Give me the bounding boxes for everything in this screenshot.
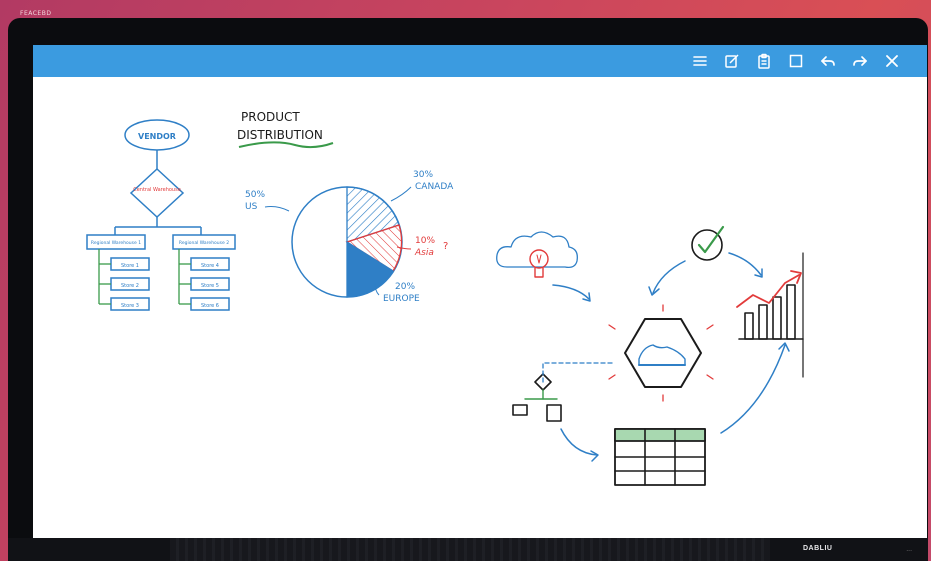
central-warehouse-label: Central Warehouse	[133, 187, 181, 193]
hexagon-product	[624, 318, 702, 388]
label-europe-pct: 20%	[395, 282, 415, 292]
label-asia-mark: ?	[443, 241, 448, 252]
store-label: Store 5	[201, 283, 219, 289]
note-icon[interactable]	[723, 52, 741, 70]
drawing-canvas[interactable]: VENDOR Central Warehouse Regional Wareho…	[33, 77, 927, 550]
store-label: Store 3	[121, 303, 139, 309]
keyboard-reflection	[170, 538, 770, 561]
pie-sketch	[291, 186, 403, 298]
label-canada-pct: 30%	[413, 170, 433, 180]
store-label: Store 2	[121, 283, 139, 289]
label-canada-name: CANADA	[415, 182, 454, 192]
redo-icon[interactable]	[851, 52, 869, 70]
central-warehouse-node	[129, 167, 185, 219]
label-us-name: US	[245, 202, 258, 212]
shoe-icon	[638, 344, 686, 366]
label-asia-name: Asia	[414, 248, 434, 258]
brand-logo: DABLIU	[803, 545, 833, 552]
clipboard-icon[interactable]	[755, 52, 773, 70]
whiteboard-toolbar	[33, 45, 927, 77]
menu-icon[interactable]	[691, 52, 709, 70]
undo-icon[interactable]	[819, 52, 837, 70]
regional-left-label: Regional Warehouse 1	[91, 240, 141, 246]
process-cycle	[496, 225, 804, 486]
lightbulb-icon	[529, 249, 549, 269]
pie-title-line1: PRODUCT	[241, 110, 300, 124]
vendor-label: VENDOR	[138, 132, 176, 141]
store-label: Store 1	[121, 263, 139, 269]
close-icon[interactable]	[883, 52, 901, 70]
regional-right-label: Regional Warehouse 2	[179, 240, 229, 246]
whiteboard-screen: VENDOR Central Warehouse Regional Wareho…	[33, 45, 927, 550]
title-underline	[238, 141, 334, 149]
pie-title-line2: DISTRIBUTION	[237, 128, 323, 142]
label-asia-pct: 10%	[415, 236, 435, 246]
flowchart	[86, 119, 236, 311]
label-europe-name: EUROPE	[383, 294, 420, 304]
store-label: Store 6	[201, 303, 219, 309]
store-label: Store 4	[201, 263, 219, 269]
square-icon[interactable]	[787, 52, 805, 70]
bezel-right-text: ...	[906, 546, 912, 553]
label-us-pct: 50%	[245, 190, 265, 200]
brand-corner-text: FEACEBD	[20, 10, 52, 17]
